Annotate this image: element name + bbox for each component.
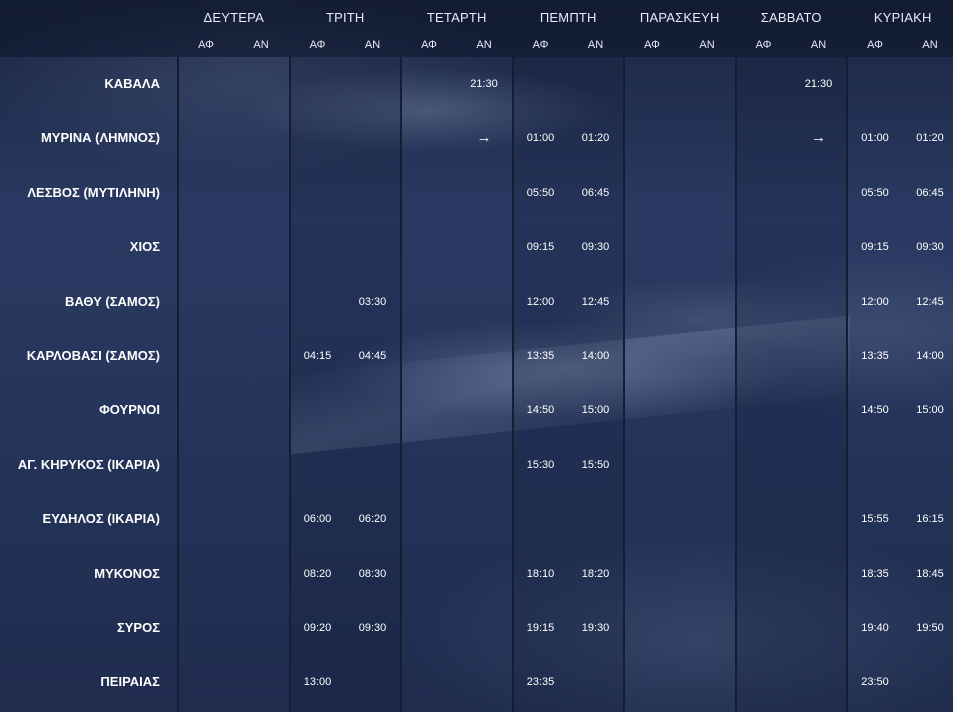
departure-time: 12:45	[916, 295, 944, 308]
departure-header: ΑΝ	[587, 39, 604, 51]
arrival-time: 09:20	[303, 622, 332, 634]
day-header: ΤΕΤΑΡΤΗ	[426, 10, 487, 25]
column-divider	[734, 57, 737, 712]
arrival-header: ΑΦ	[755, 39, 772, 51]
arrival-time: 05:50	[861, 186, 889, 199]
arrival-time: 12:00	[861, 295, 889, 308]
day-header: ΠΕΜΠΤΗ	[539, 10, 597, 25]
arrival-time: 04:15	[303, 350, 332, 362]
departure-time: 01:20	[581, 132, 610, 145]
port-name: ΜΥΡΙΝΑ (ΛΗΜΝΟΣ)	[40, 130, 160, 146]
arrival-time: 06:00	[303, 513, 332, 526]
day-header: ΔΕΥΤΕΡΑ	[203, 10, 264, 25]
departure-time: 09:30	[358, 622, 387, 634]
port-name: ΕΥΔΗΛΟΣ (ΙΚΑΡΙΑ)	[42, 511, 160, 527]
departure-time: →	[811, 129, 826, 147]
departure-time: 15:50	[581, 458, 610, 471]
day-header: ΤΡΙΤΗ	[325, 10, 365, 25]
arrival-time: 08:20	[303, 567, 332, 580]
day-header: ΣΑΒΒΑΤΟ	[760, 10, 822, 25]
departure-time: 19:50	[916, 622, 944, 634]
departure-time: 04:45	[358, 350, 387, 362]
arrival-header: ΑΦ	[532, 39, 549, 51]
departure-time: 21:30	[804, 78, 833, 90]
departure-header: ΑΝ	[253, 39, 269, 51]
departure-time: 15:00	[581, 404, 610, 417]
port-name: ΧΙΟΣ	[129, 239, 160, 255]
arrival-time: 13:00	[303, 676, 332, 689]
port-name: ΚΑΡΛΟΒΑΣΙ (ΣΑΜΟΣ)	[26, 348, 160, 363]
departure-header: ΑΝ	[810, 39, 827, 51]
arrival-time: 01:00	[861, 132, 889, 145]
departure-time: 09:30	[581, 241, 610, 254]
arrival-time: 23:35	[526, 676, 555, 689]
port-name: ΣΥΡΟΣ	[116, 620, 160, 635]
departure-time: 19:30	[581, 622, 610, 634]
departure-time: 16:15	[916, 513, 944, 526]
column-divider	[623, 57, 625, 712]
departure-time: 18:20	[581, 567, 610, 580]
departure-time: 08:30	[358, 567, 387, 580]
port-name: ΑΓ. ΚΗΡΥΚΟΣ (ΙΚΑΡΙΑ)	[17, 456, 160, 472]
arrival-time: 09:15	[861, 241, 889, 254]
arrival-time: 19:40	[861, 622, 889, 634]
departure-time: 14:00	[581, 350, 610, 362]
arrival-time: 23:50	[861, 676, 889, 689]
arrival-time: 15:30	[526, 458, 555, 471]
port-name: ΒΑΘΥ (ΣΑΜΟΣ)	[64, 293, 160, 309]
departure-header: ΑΝ	[922, 39, 938, 51]
day-header: ΚΥΡΙΑΚΗ	[873, 10, 932, 25]
port-name: ΦΟΥΡΝΟΙ	[99, 402, 160, 418]
arrival-time: 19:15	[526, 622, 555, 634]
departure-time: 03:30	[358, 295, 387, 308]
port-name: ΚΑΒΑΛΑ	[104, 76, 160, 91]
departure-time: 12:45	[581, 295, 610, 308]
arrival-time: 12:00	[526, 295, 555, 308]
arrival-header: ΑΦ	[867, 39, 883, 51]
arrival-header: ΑΦ	[198, 39, 214, 51]
arrival-time: 18:10	[526, 567, 555, 580]
column-divider	[846, 57, 848, 712]
departure-header: ΑΝ	[699, 39, 715, 51]
departure-time: 06:45	[916, 186, 944, 199]
departure-time: 01:20	[916, 132, 944, 145]
departure-time: 06:45	[581, 186, 610, 199]
departure-header: ΑΝ	[364, 39, 381, 51]
departure-header: ΑΝ	[476, 39, 492, 51]
arrival-header: ΑΦ	[421, 39, 437, 51]
arrival-time: 01:00	[526, 132, 555, 145]
port-name: ΜΥΚΟΝΟΣ	[94, 565, 160, 581]
arrival-time: 13:35	[861, 350, 889, 362]
column-divider	[288, 57, 291, 712]
departure-time: 14:00	[916, 350, 944, 362]
arrival-time: 14:50	[861, 404, 889, 417]
arrival-time: 09:15	[526, 241, 555, 254]
arrival-time: 14:50	[526, 404, 555, 417]
port-name: ΠΕΙΡΑΙΑΣ	[100, 674, 160, 690]
column-divider	[177, 57, 179, 712]
column-shade	[736, 57, 846, 712]
column-divider	[511, 57, 514, 712]
day-header: ΠΑΡΑΣΚΕΥΗ	[639, 10, 720, 25]
arrival-time: 18:35	[861, 567, 889, 580]
departure-time: 06:20	[358, 513, 387, 526]
departure-time: →	[476, 129, 492, 147]
arrival-time: 05:50	[526, 186, 555, 199]
column-shade	[513, 57, 623, 712]
column-shade	[290, 57, 400, 712]
column-divider	[400, 57, 402, 712]
departure-time: 21:30	[470, 78, 498, 90]
departure-time: 18:45	[916, 567, 944, 580]
arrival-time: 15:55	[861, 513, 889, 526]
departure-time: 09:30	[916, 241, 944, 254]
arrival-header: ΑΦ	[644, 39, 660, 51]
port-name: ΛΕΣΒΟΣ (ΜΥΤΙΛΗΝΗ)	[27, 184, 160, 200]
arrival-header: ΑΦ	[309, 39, 326, 51]
arrival-time: 13:35	[526, 350, 555, 362]
departure-time: 15:00	[916, 404, 944, 417]
